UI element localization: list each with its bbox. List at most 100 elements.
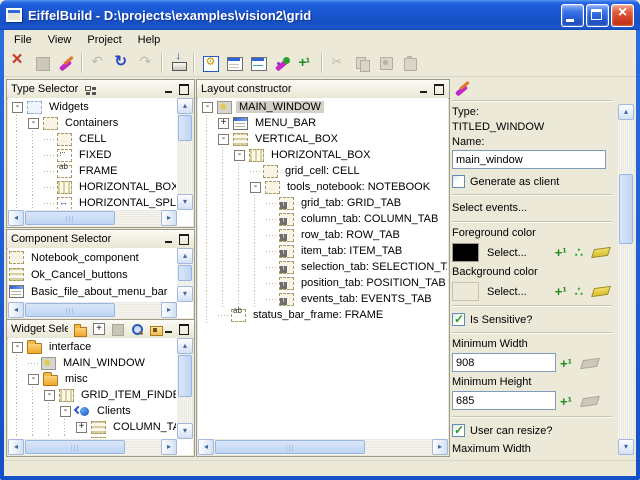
scroll-up-icon[interactable]: ▴ bbox=[177, 248, 193, 264]
scroll-up-icon[interactable]: ▴ bbox=[177, 98, 193, 114]
add-one-icon[interactable]: +¹ bbox=[555, 284, 567, 299]
collapse-toggle-icon[interactable]: - bbox=[28, 118, 39, 129]
tree-item-horizontal-box[interactable]: -HORIZONTAL_BOX bbox=[199, 147, 447, 163]
expand-toggle-icon[interactable]: + bbox=[76, 422, 87, 433]
folder-open-tool-icon[interactable] bbox=[149, 323, 163, 336]
menu-project[interactable]: Project bbox=[79, 32, 129, 48]
scroll-down-icon[interactable]: ▾ bbox=[177, 286, 193, 302]
horizontal-scrollbar[interactable]: ◂ ▸ bbox=[8, 439, 177, 455]
tree-item-horizontal-split[interactable]: HORIZONTAL_SPLIT bbox=[9, 195, 176, 209]
grid-tool-icon[interactable] bbox=[83, 83, 97, 96]
collapse-toggle-icon[interactable]: - bbox=[28, 374, 39, 385]
foreground-select-button[interactable]: Select... bbox=[487, 247, 551, 259]
molecule-icon[interactable]: ∴ bbox=[575, 284, 583, 300]
horizontal-scrollbar[interactable]: ◂ ▸ bbox=[8, 210, 177, 226]
tree-item-grid-cell-cell[interactable]: grid_cell: CELL bbox=[199, 163, 447, 179]
tree-item-position-tab-position-tab[interactable]: position_tab: POSITION_TAB bbox=[199, 275, 447, 291]
tree-item-tools-notebook-notebook[interactable]: -tools_notebook: NOTEBOOK bbox=[199, 179, 447, 195]
tree-item-widgets[interactable]: -Widgets bbox=[9, 99, 176, 115]
tree-item-vertical-box[interactable]: -VERTICAL_BOX bbox=[199, 131, 447, 147]
tree-item-selection-tab-selection-tab[interactable]: selection_tab: SELECTION_TAB bbox=[199, 259, 447, 275]
scroll-right-icon[interactable]: ▸ bbox=[432, 439, 448, 455]
user-can-resize-checkbox[interactable] bbox=[452, 424, 465, 437]
eraser-icon[interactable] bbox=[591, 247, 611, 258]
minimum-height-input[interactable] bbox=[452, 391, 556, 410]
toolbar-export-button[interactable] bbox=[166, 52, 190, 74]
toolbar-add-one-button[interactable] bbox=[294, 52, 318, 74]
menu-view[interactable]: View bbox=[40, 32, 80, 48]
panel-maximize-icon[interactable] bbox=[178, 83, 190, 95]
tree-item-horizontal-box[interactable]: HORIZONTAL_BOX bbox=[9, 179, 176, 195]
add-one-icon[interactable]: +¹ bbox=[560, 394, 572, 409]
panel-maximize-icon[interactable] bbox=[178, 323, 190, 335]
tree-item-row-tab-row-tab[interactable]: row_tab: ROW_TAB bbox=[199, 227, 447, 243]
collapse-toggle-icon[interactable]: - bbox=[60, 406, 71, 417]
toolbar-wrench-green-button[interactable] bbox=[270, 52, 294, 74]
scroll-right-icon[interactable]: ▸ bbox=[161, 439, 177, 455]
tree-item-misc[interactable]: -misc bbox=[9, 371, 176, 387]
scroll-right-icon[interactable]: ▸ bbox=[161, 210, 177, 226]
list-item-ok-cancel-buttons[interactable]: Ok_Cancel_buttons bbox=[9, 266, 176, 283]
add-one-icon[interactable]: +¹ bbox=[560, 356, 572, 371]
minimize-button[interactable] bbox=[561, 4, 584, 27]
toolbar-build-wrench-button[interactable] bbox=[54, 52, 78, 74]
blank-tool-icon[interactable] bbox=[111, 323, 125, 336]
collapse-toggle-icon[interactable]: - bbox=[202, 102, 213, 113]
tree-item-menu-bar[interactable]: +MENU_BAR bbox=[199, 115, 447, 131]
tree-item-interface[interactable]: -interface bbox=[9, 339, 176, 355]
name-input[interactable] bbox=[452, 150, 606, 169]
foreground-color-swatch[interactable] bbox=[452, 243, 479, 262]
list-item-notebook-component[interactable]: Notebook_component bbox=[9, 249, 176, 266]
tree-item-item-tab-item-tab[interactable]: item_tab: ITEM_TAB bbox=[199, 243, 447, 259]
is-sensitive-checkbox[interactable] bbox=[452, 313, 465, 326]
scroll-thumb[interactable] bbox=[215, 440, 365, 454]
collapse-toggle-icon[interactable]: - bbox=[12, 102, 23, 113]
scroll-left-icon[interactable]: ◂ bbox=[8, 302, 24, 318]
panel-minimize-icon[interactable] bbox=[418, 83, 430, 95]
scroll-thumb[interactable] bbox=[25, 303, 115, 317]
scroll-up-icon[interactable]: ▴ bbox=[177, 338, 193, 354]
select-events-link[interactable]: Select events... bbox=[452, 202, 612, 215]
tree-item-events-tab-events-tab[interactable]: events_tab: EVENTS_TAB bbox=[199, 291, 447, 307]
scroll-thumb[interactable] bbox=[619, 174, 633, 244]
tree-item-grid-item-finder[interactable]: -GRID_ITEM_FINDER bbox=[9, 387, 176, 403]
scroll-down-icon[interactable]: ▾ bbox=[177, 194, 193, 210]
panel-minimize-icon[interactable] bbox=[163, 233, 175, 245]
tree-item-containers[interactable]: -Containers bbox=[9, 115, 176, 131]
tree-item-grid-tab-grid-tab[interactable]: grid_tab: GRID_TAB bbox=[199, 195, 447, 211]
menu-file[interactable]: File bbox=[6, 32, 40, 48]
search-tool-icon[interactable] bbox=[130, 323, 144, 336]
collapse-toggle-icon[interactable]: - bbox=[44, 390, 55, 401]
tree-item-clients[interactable]: -Clients bbox=[9, 403, 176, 419]
background-color-swatch[interactable] bbox=[452, 282, 479, 301]
wrench-tool-icon[interactable] bbox=[454, 80, 471, 96]
panel-minimize-icon[interactable] bbox=[163, 83, 175, 95]
collapse-toggle-icon[interactable]: - bbox=[250, 182, 261, 193]
panel-maximize-icon[interactable] bbox=[178, 233, 190, 245]
close-button[interactable] bbox=[611, 4, 634, 27]
tree-item-main-window[interactable]: -MAIN_WINDOW bbox=[199, 99, 447, 115]
scroll-right-icon[interactable]: ▸ bbox=[161, 302, 177, 318]
scroll-left-icon[interactable]: ◂ bbox=[198, 439, 214, 455]
tree-item-fixed[interactable]: FIXED bbox=[9, 147, 176, 163]
background-select-button[interactable]: Select... bbox=[487, 286, 551, 298]
tree-item-item-tab[interactable]: +ITEM_TAB bbox=[9, 435, 176, 438]
folder-tool-icon[interactable] bbox=[73, 323, 87, 336]
molecule-icon[interactable]: ∴ bbox=[575, 245, 583, 261]
collapse-toggle-icon[interactable]: - bbox=[218, 134, 229, 145]
toolbar-settings-window-button[interactable] bbox=[198, 52, 222, 74]
toolbar-window-titled-button[interactable] bbox=[222, 52, 246, 74]
eraser-icon[interactable] bbox=[591, 286, 611, 297]
tree-item-main-window[interactable]: MAIN_WINDOW bbox=[9, 355, 176, 371]
titlebar[interactable]: EiffelBuild - D:\projects\examples\visio… bbox=[0, 0, 640, 30]
collapse-toggle-icon[interactable]: - bbox=[234, 150, 245, 161]
maximize-button[interactable] bbox=[586, 4, 609, 27]
tree-item-status-bar-frame-frame[interactable]: status_bar_frame: FRAME bbox=[199, 307, 447, 323]
collapse-toggle-icon[interactable]: - bbox=[12, 342, 23, 353]
tree-item-cell[interactable]: CELL bbox=[9, 131, 176, 147]
horizontal-scrollbar[interactable]: ◂ ▸ bbox=[8, 302, 177, 318]
scroll-thumb[interactable] bbox=[25, 211, 115, 225]
list-item-basic-file-about-menu-bar[interactable]: Basic_file_about_menu_bar bbox=[9, 283, 176, 300]
expand-toggle-icon[interactable]: + bbox=[76, 438, 87, 439]
tree-item-frame[interactable]: FRAME bbox=[9, 163, 176, 179]
